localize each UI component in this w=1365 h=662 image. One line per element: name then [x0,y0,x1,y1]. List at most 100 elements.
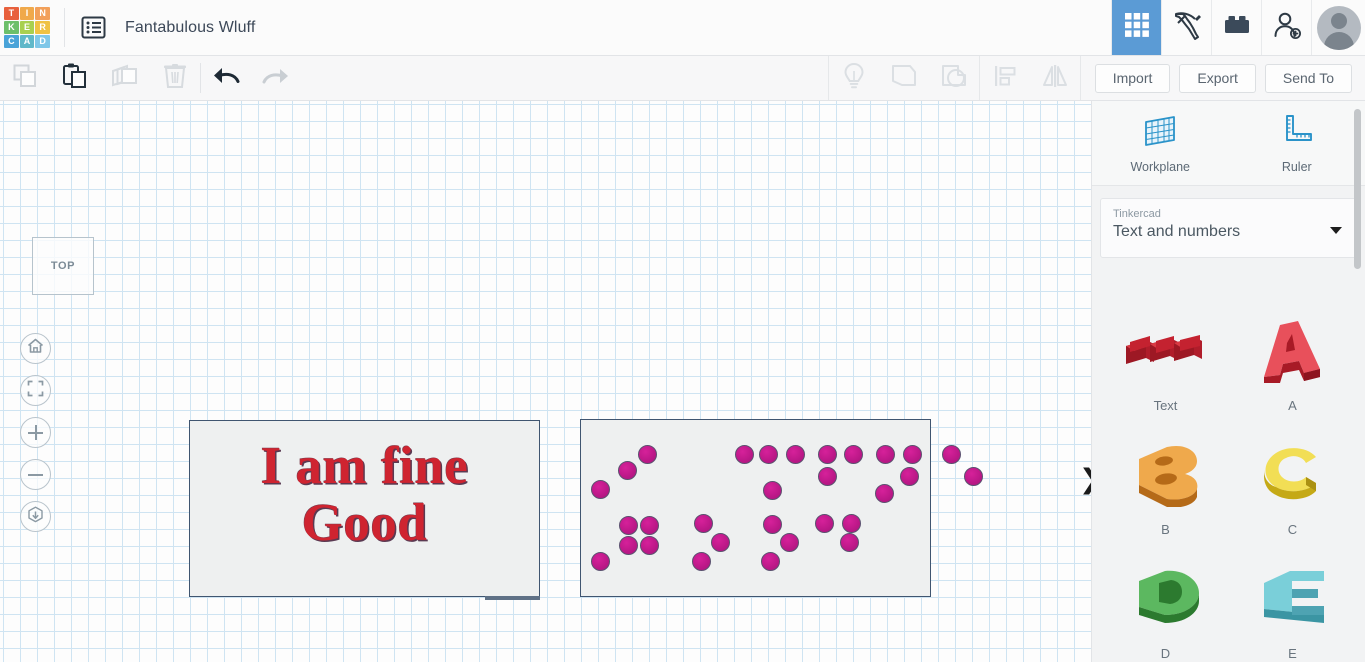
zoom-in-button[interactable] [20,417,51,448]
paste-icon [62,62,88,94]
ortho-perspective-icon [27,506,44,528]
logo-tile: K [4,21,19,34]
lego-brick-icon-button[interactable] [1211,0,1261,55]
send-to-button[interactable]: Send To [1264,63,1352,93]
dashboard-menu-button[interactable] [65,0,121,55]
chevron-down-icon [1330,227,1342,234]
hide-light-button[interactable] [829,56,879,100]
workplane-tool[interactable]: Workplane [1092,101,1229,185]
braille-dot [734,444,754,464]
shape-letter-e-thumbnail [1250,552,1336,644]
text-line-2: Good [301,493,428,552]
ungroup-button[interactable] [929,56,979,100]
logo-tile: D [35,35,50,48]
delete-trash-icon [163,63,187,94]
braille-dot [839,532,859,552]
shapes-panel: Workplane Ruler Tinkercad Text and numbe… [1091,101,1365,662]
panel-scrollbar[interactable] [1354,109,1361,269]
panel-tools: Workplane Ruler [1092,101,1365,186]
account-avatar-button[interactable] [1311,0,1365,55]
grid-apps-icon [1124,12,1150,43]
duplicate-button[interactable] [100,56,150,100]
toolbar-actions: Import Export Send To [1081,63,1365,93]
logo-tile: I [19,7,35,20]
align-button[interactable] [980,56,1030,100]
ruler-tool[interactable]: Ruler [1229,101,1365,185]
shape-letter-a-thumbnail [1250,304,1336,396]
braille-dot [762,480,782,500]
import-button[interactable]: Import [1094,63,1171,93]
text-object-content: I am fine Good [190,438,539,551]
add-person-icon [1272,11,1302,44]
copy-button[interactable] [0,56,50,100]
braille-dot [710,532,730,552]
workplane-canvas[interactable]: TOP I am fine Good [0,101,1091,662]
shape-letter-b[interactable]: B [1102,428,1229,538]
logo-tile: T [4,7,19,20]
shape-letter-a[interactable]: A [1229,304,1356,414]
tinkercad-logo[interactable]: T I N K E R C A D [4,7,50,48]
logo-tile: A [19,35,35,48]
braille-dot [617,460,637,480]
export-button[interactable]: Export [1179,63,1256,93]
undo-button[interactable] [201,56,251,100]
lego-brick-icon [1223,14,1251,41]
shape-text[interactable]: Text [1102,304,1229,414]
edit-toolbar: Import Export Send To [0,56,1365,101]
copy-icon [12,63,38,94]
redo-arrow-icon [261,64,291,93]
home-view-button[interactable] [20,333,51,364]
fit-to-view-button[interactable] [20,375,51,406]
braille-dot [618,535,638,555]
chevron-right-icon[interactable]: ❯ [1079,466,1091,493]
view-cube[interactable]: TOP [32,237,94,295]
add-person-icon-button[interactable] [1261,0,1311,55]
braille-dot [618,515,638,535]
shape-grid: Text A B C D E [1092,286,1365,662]
mirror-button[interactable] [1030,56,1080,100]
shape-letter-e[interactable]: E [1229,552,1356,662]
braille-dot [941,444,961,464]
lightbulb-icon [841,62,867,95]
zoom-out-button[interactable] [20,459,51,490]
logo-tile: N [35,7,50,20]
fit-to-view-icon [27,380,44,402]
duplicate-icon [111,63,139,94]
braille-dot [841,513,861,533]
group-button[interactable] [879,56,929,100]
delete-button[interactable] [150,56,200,100]
logo-tile: E [19,21,35,34]
braille-dot [874,483,894,503]
zoom-in-icon [28,425,43,440]
braille-dot [785,444,805,464]
list-menu-icon [81,15,106,40]
home-icon [27,338,44,359]
braille-dot [590,551,610,571]
shape-letter-d-thumbnail [1123,552,1209,644]
braille-dot [902,444,922,464]
braille-object-plate[interactable] [580,419,983,597]
shape-letter-c[interactable]: C [1229,428,1356,538]
shape-label: C [1287,522,1298,537]
shape-letter-d[interactable]: D [1102,552,1229,662]
pickaxe-minecraft-icon-button[interactable] [1161,0,1211,55]
page-title: Fantabulous Wluff [125,18,256,36]
logo-tile: R [35,21,50,34]
text-object-plate[interactable]: I am fine Good [189,420,540,600]
braille-dot [843,444,863,464]
braille-dot [693,513,713,533]
shape-label: A [1288,398,1297,413]
shape-letter-b-thumbnail [1123,428,1209,520]
workplane-label: Workplane [1130,159,1191,174]
braille-dot [779,532,799,552]
avatar [1316,5,1361,50]
ortho-perspective-button[interactable] [20,501,51,532]
shape-library-dropdown[interactable]: Tinkercad Text and numbers [1100,198,1357,258]
shape-label: D [1160,646,1171,661]
grid-apps-icon-button[interactable] [1111,0,1161,55]
redo-button[interactable] [251,56,301,100]
header-spacer [255,0,1111,55]
shape-label: B [1161,522,1170,537]
library-source-label: Tinkercad [1113,208,1161,220]
paste-button[interactable] [50,56,100,100]
